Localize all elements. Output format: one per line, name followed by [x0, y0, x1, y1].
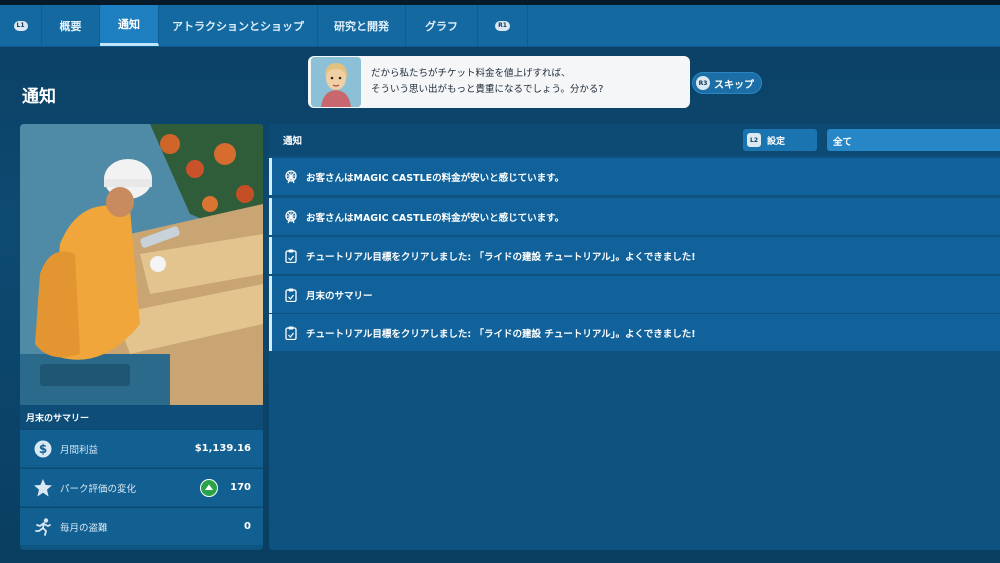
tab-next-hint[interactable]: R1: [478, 5, 528, 46]
svg-text:$: $: [39, 442, 47, 456]
stat-monthly-profit: $ 月間利益 $1,139.16: [20, 429, 263, 467]
l1-button-icon: L1: [13, 20, 28, 31]
tab-label: 通知: [118, 18, 140, 31]
running-thief-icon: [32, 517, 54, 537]
clipboard-icon: [282, 288, 300, 302]
construction-worker-illustration: [20, 124, 263, 405]
clipboard-icon: [282, 326, 300, 340]
notifications-panel: 通知 L2 設定 全て お客さんはMAGIC CASTLEの料金が安いと感じてい…: [269, 124, 1000, 550]
stat-label: 毎月の盗難: [60, 522, 108, 534]
dollar-icon: $: [32, 440, 54, 458]
tab-label: グラフ: [425, 19, 458, 33]
top-tab-bar: L1 概要 通知 アトラクションとショップ 研究と開発 グラフ R1: [0, 5, 1000, 47]
star-icon: [32, 478, 54, 498]
notification-text: お客さんはMAGIC CASTLEの料金が安いと感じています。: [306, 172, 565, 184]
skip-label: スキップ: [714, 79, 754, 91]
tab-label: 概要: [59, 19, 82, 33]
summary-title: 月末のサマリー: [20, 405, 263, 429]
advisor-portrait: [311, 57, 361, 107]
notification-row[interactable]: チュートリアル目標をクリアしました: 「ライドの建設 チュートリアル」。よくでき…: [269, 237, 1000, 274]
stat-value: 0: [244, 521, 251, 532]
skip-button[interactable]: R3 スキップ: [692, 72, 762, 94]
stat-value: $1,139.16: [194, 443, 251, 454]
notification-row[interactable]: 月末のサマリー: [269, 276, 1000, 313]
settings-button[interactable]: L2 設定: [743, 129, 817, 151]
tab-overview[interactable]: 概要: [42, 5, 100, 46]
stat-value: 170: [230, 482, 251, 493]
stat-monthly-thefts: 毎月の盗難 0: [20, 507, 263, 545]
page-title: 通知: [22, 87, 56, 107]
notification-text: お客さんはMAGIC CASTLEの料金が安いと感じています。: [306, 212, 565, 224]
notification-row[interactable]: お客さんはMAGIC CASTLEの料金が安いと感じています。: [269, 198, 1000, 235]
advisor-dialog: だから私たちがチケット料金を値上げすれば、 そういう思い出がもっと貴重になるでし…: [308, 56, 690, 108]
notification-row[interactable]: お客さんはMAGIC CASTLEの料金が安いと感じています。: [269, 158, 1000, 195]
dialog-line: そういう思い出がもっと貴重になるでしょう。分かる?: [371, 84, 604, 95]
dialog-line: だから私たちがチケット料金を値上げすれば、: [371, 68, 571, 79]
tab-prev-hint[interactable]: L1: [0, 5, 42, 46]
tab-graphs[interactable]: グラフ: [406, 5, 478, 46]
stat-label: 月間利益: [60, 444, 99, 456]
monthly-summary-card: 月末のサマリー $ 月間利益 $1,139.16 パーク評価の変化 170 毎月…: [20, 124, 263, 550]
notification-text: チュートリアル目標をクリアしました: 「ライドの建設 チュートリアル」。よくでき…: [306, 251, 696, 263]
trend-up-icon: [200, 478, 219, 497]
tab-research[interactable]: 研究と開発: [318, 5, 406, 46]
tab-attractions-shops[interactable]: アトラクションとショップ: [159, 5, 318, 46]
worker-scene-icon: [20, 124, 263, 405]
notification-text: 月末のサマリー: [306, 290, 373, 302]
r1-button-icon: R1: [495, 20, 510, 31]
ferris-wheel-icon: [282, 169, 300, 184]
stat-park-rating-change: パーク評価の変化 170: [20, 468, 263, 506]
dialog-text: だから私たちがチケット料金を値上げすれば、 そういう思い出がもっと貴重になるでし…: [371, 66, 603, 98]
filter-dropdown[interactable]: 全て: [827, 129, 1000, 151]
advisor-face-icon: [311, 57, 361, 107]
tab-label: 研究と開発: [334, 19, 389, 33]
clipboard-icon: [282, 249, 300, 263]
tab-label: アトラクションとショップ: [172, 19, 304, 33]
stat-label: パーク評価の変化: [60, 483, 137, 495]
notification-row[interactable]: チュートリアル目標をクリアしました: 「ライドの建設 チュートリアル」。よくでき…: [269, 314, 1000, 351]
ferris-wheel-icon: [282, 209, 300, 224]
l2-button-icon: L2: [747, 133, 761, 147]
r3-button-icon: R3: [696, 76, 710, 90]
notification-text: チュートリアル目標をクリアしました: 「ライドの建設 チュートリアル」。よくでき…: [306, 328, 696, 340]
settings-label: 設定: [767, 136, 786, 147]
tab-notifications[interactable]: 通知: [100, 5, 159, 46]
